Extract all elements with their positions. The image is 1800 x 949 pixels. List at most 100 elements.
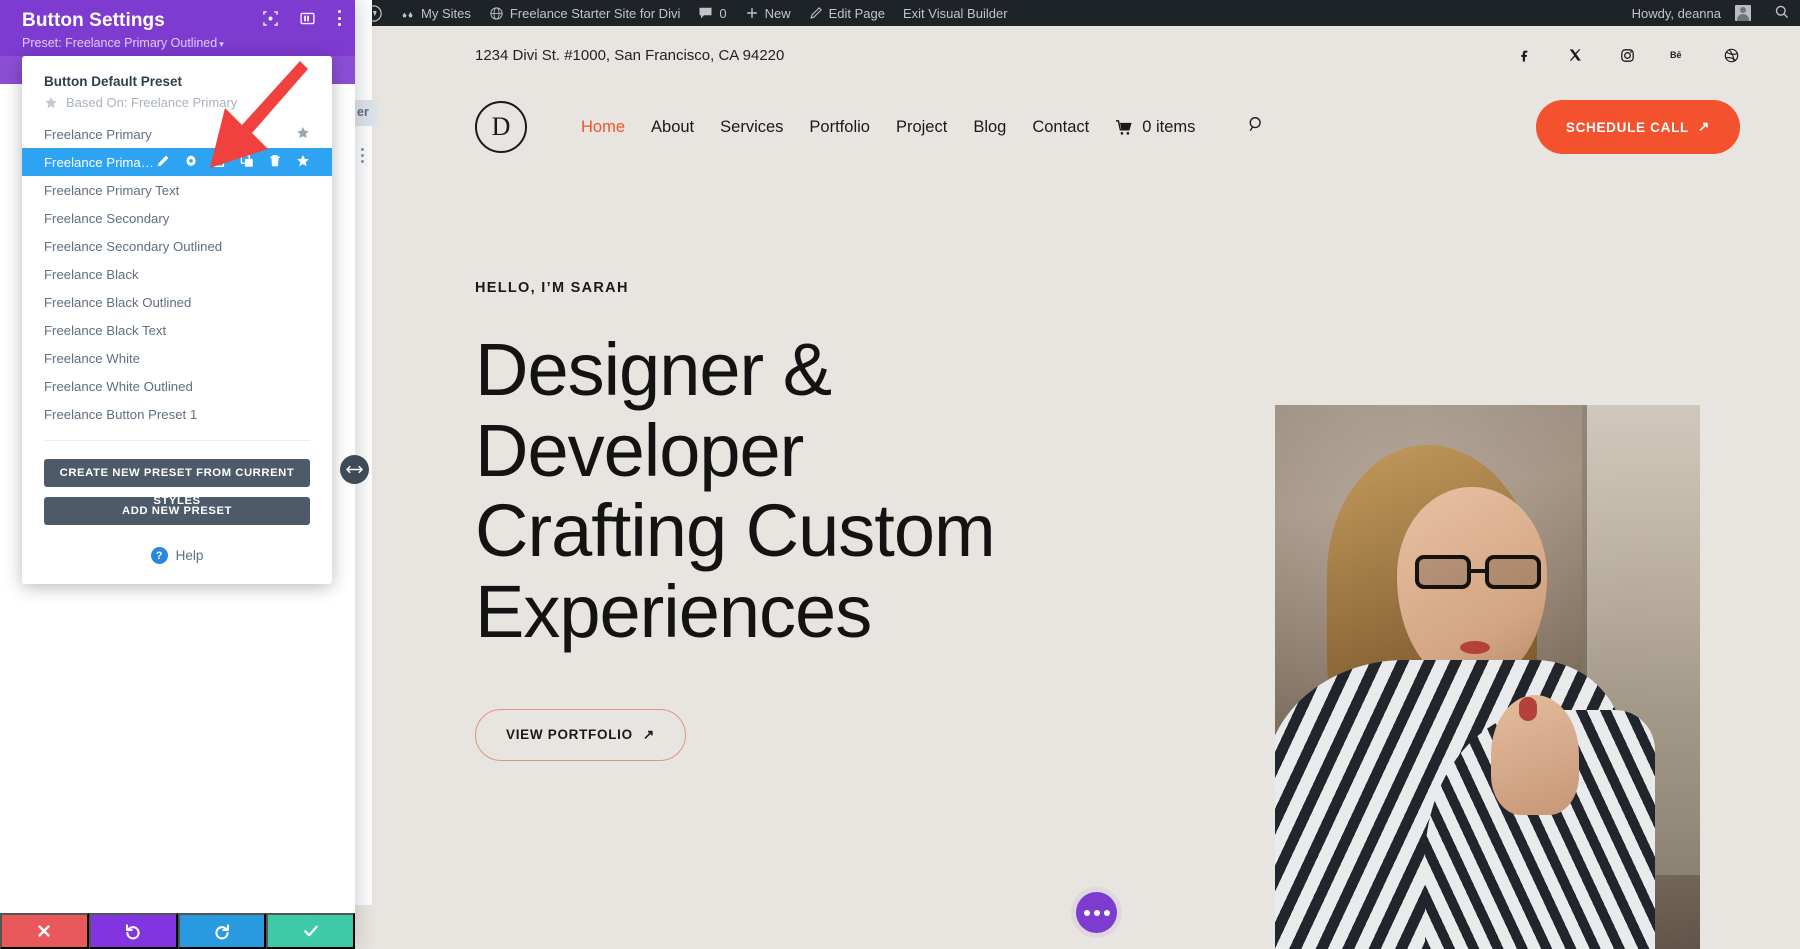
help-label: Help	[176, 548, 204, 563]
search-icon	[1774, 4, 1790, 20]
nav-item-about[interactable]: About	[651, 118, 694, 137]
instagram-icon[interactable]	[1618, 46, 1636, 64]
preset-item-freelance-black-text[interactable]: Freelance Black Text	[22, 316, 332, 344]
admin-bar-search-button[interactable]	[1774, 4, 1790, 23]
preset-item-freelance-primary-text[interactable]: Freelance Primary Text	[22, 176, 332, 204]
divi-floating-menu-button[interactable]	[1076, 892, 1117, 933]
cart-link[interactable]: 0 items	[1115, 118, 1195, 137]
admin-bar-site-name[interactable]: Freelance Starter Site for Divi	[480, 0, 690, 26]
social-links: Bē	[1514, 46, 1740, 64]
preset-label: Freelance Primary Text	[44, 183, 179, 198]
nav-item-project[interactable]: Project	[896, 118, 947, 137]
builder-column-strip	[355, 0, 372, 905]
preset-label: Freelance Primary ...	[44, 155, 156, 170]
admin-bar-my-sites[interactable]: My Sites	[391, 0, 480, 26]
site-canvas: 1234 Divi St. #1000, San Francisco, CA 9…	[355, 26, 1800, 949]
admin-bar-right-group: Howdy, deanna	[1623, 0, 1800, 26]
site-address: 1234 Divi St. #1000, San Francisco, CA 9…	[475, 47, 784, 64]
admin-bar-my-account[interactable]: Howdy, deanna	[1623, 0, 1760, 26]
redo-button[interactable]	[178, 913, 267, 949]
add-new-preset-button[interactable]: ADD NEW PRESET	[44, 497, 310, 525]
arrow-up-right-icon: ↗	[643, 727, 655, 743]
howdy-label: Howdy, deanna	[1632, 6, 1721, 21]
layout-columns-icon[interactable]	[300, 11, 315, 26]
panel-resize-handle[interactable]	[340, 455, 369, 484]
star-icon	[44, 96, 58, 110]
preset-default-section[interactable]: Button Default Preset Based On: Freelanc…	[22, 70, 332, 110]
cta-label: SCHEDULE CALL	[1566, 120, 1689, 135]
help-link[interactable]: ? Help	[22, 535, 332, 584]
preset-actions: CREATE NEW PRESET FROM CURRENT STYLES AD…	[22, 441, 332, 525]
preset-label: Freelance Black Outlined	[44, 295, 191, 310]
arrow-up-right-icon: ↗	[1698, 119, 1710, 135]
edit-page-label: Edit Page	[829, 6, 885, 21]
hero-title-line-1: Designer & Developer	[475, 328, 831, 492]
checkmark-icon	[302, 922, 320, 940]
responsive-preview-icon[interactable]	[263, 11, 278, 26]
preset-label: Freelance Secondary	[44, 211, 169, 226]
schedule-call-button[interactable]: SCHEDULE CALL ↗	[1536, 100, 1740, 154]
preset-item-freelance-button-preset-1[interactable]: Freelance Button Preset 1	[22, 400, 332, 428]
rename-icon[interactable]	[156, 154, 170, 171]
admin-bar-exit-visual-builder[interactable]: Exit Visual Builder	[894, 0, 1017, 26]
star-icon[interactable]	[296, 126, 310, 143]
create-new-preset-button[interactable]: CREATE NEW PRESET FROM CURRENT STYLES	[44, 459, 310, 487]
hero-title: Designer & Developer Crafting Custom Exp…	[475, 330, 1115, 653]
undo-button[interactable]	[89, 913, 178, 949]
preset-item-freelance-secondary-outlined[interactable]: Freelance Secondary Outlined	[22, 232, 332, 260]
settings-icon[interactable]	[184, 154, 198, 171]
hero-copy: HELLO, I’M SARAH Designer & Developer Cr…	[355, 280, 1115, 761]
preset-item-freelance-black-outlined[interactable]: Freelance Black Outlined	[22, 288, 332, 316]
behance-icon[interactable]: Bē	[1670, 46, 1688, 64]
sites-icon	[400, 6, 415, 21]
admin-bar-comments[interactable]: 0	[689, 0, 735, 26]
panel-preset-selector[interactable]: Preset: Freelance Primary Outlined▾	[22, 36, 339, 50]
nav-item-portfolio[interactable]: Portfolio	[809, 118, 870, 137]
hero-title-line-3: Experiences	[475, 570, 871, 653]
hero-image-glasses	[1415, 555, 1547, 589]
search-icon	[1247, 115, 1266, 134]
hero-section: HELLO, I’M SARAH Designer & Developer Cr…	[355, 170, 1800, 761]
preset-item-freelance-primary-outlined[interactable]: Freelance Primary ...	[22, 148, 332, 176]
admin-bar-new-content[interactable]: New	[736, 0, 800, 26]
dribbble-icon[interactable]	[1722, 46, 1740, 64]
delete-icon[interactable]	[268, 154, 282, 171]
preset-label: Freelance White	[44, 351, 140, 366]
preset-item-freelance-primary[interactable]: Freelance Primary	[22, 120, 332, 148]
nav-item-contact[interactable]: Contact	[1032, 118, 1089, 137]
nav-item-services[interactable]: Services	[720, 118, 783, 137]
preset-item-freelance-white[interactable]: Freelance White	[22, 344, 332, 372]
site-name-label: Freelance Starter Site for Divi	[510, 6, 681, 21]
nav-item-home[interactable]: Home	[581, 118, 625, 137]
preset-label: Freelance White Outlined	[44, 379, 193, 394]
site-topbar: 1234 Divi St. #1000, San Francisco, CA 9…	[355, 26, 1800, 84]
preset-item-freelance-secondary[interactable]: Freelance Secondary	[22, 204, 332, 232]
duplicate-icon[interactable]	[240, 154, 254, 171]
discard-changes-button[interactable]	[0, 913, 89, 949]
view-portfolio-button[interactable]: VIEW PORTFOLIO ↗	[475, 709, 686, 761]
preset-item-freelance-black[interactable]: Freelance Black	[22, 260, 332, 288]
more-vertical-icon[interactable]	[337, 10, 341, 26]
module-more-options-icon[interactable]	[361, 148, 365, 163]
pencil-icon	[809, 6, 823, 20]
nav-item-blog[interactable]: Blog	[973, 118, 1006, 137]
resize-horizontal-icon	[346, 464, 363, 475]
comments-count: 0	[719, 6, 726, 21]
logo-letter: D	[492, 112, 511, 142]
preset-item-freelance-white-outlined[interactable]: Freelance White Outlined	[22, 372, 332, 400]
undo-icon	[124, 922, 142, 940]
site-search-button[interactable]	[1247, 115, 1266, 139]
star-icon[interactable]	[296, 154, 310, 171]
panel-preset-label: Preset: Freelance Primary Outlined	[22, 36, 217, 50]
preset-row-actions	[156, 154, 310, 171]
export-icon[interactable]	[212, 154, 226, 171]
save-changes-button[interactable]	[266, 913, 355, 949]
x-twitter-icon[interactable]	[1566, 46, 1584, 64]
panel-header-icons	[263, 10, 341, 26]
preset-label: Freelance Secondary Outlined	[44, 239, 222, 254]
admin-bar-edit-page[interactable]: Edit Page	[800, 0, 894, 26]
site-icon	[489, 6, 504, 21]
module-tab-partial[interactable]: er	[355, 100, 378, 126]
facebook-icon[interactable]	[1514, 46, 1532, 64]
site-logo[interactable]: D	[475, 101, 527, 153]
